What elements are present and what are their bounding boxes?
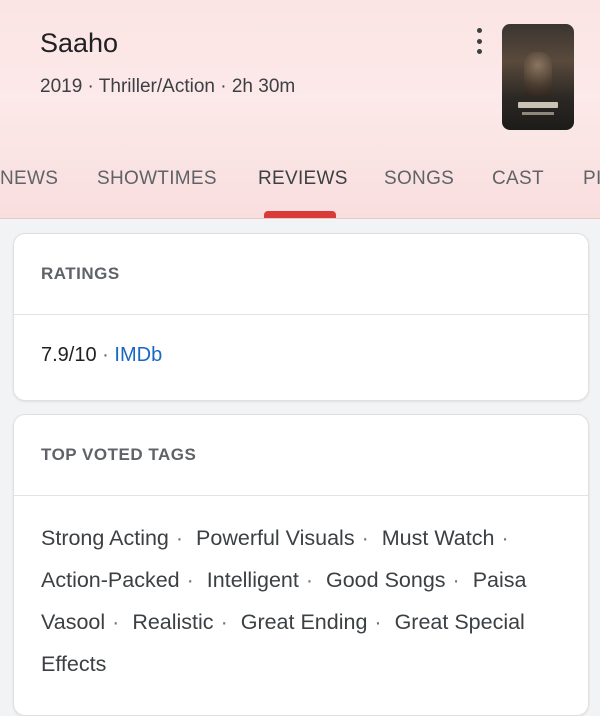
tag-item: Powerful Visuals bbox=[196, 526, 355, 550]
tag-item: Great Ending bbox=[240, 610, 368, 634]
tag-item: Strong Acting bbox=[41, 526, 169, 550]
tab-bar: NEWS SHOWTIMES REVIEWS SONGS CAST PI bbox=[0, 168, 600, 198]
ratings-card-header: RATINGS bbox=[14, 234, 588, 315]
tag-item: Good Songs bbox=[326, 568, 446, 592]
knowledge-panel-header: Saaho 2019 · Thriller/Action · 2h 30m NE… bbox=[0, 0, 600, 219]
tags-card: TOP VOTED TAGS Strong Acting · Powerful V… bbox=[13, 414, 589, 716]
poster-tagline bbox=[522, 112, 554, 115]
rating-row: 7.9/10 · IMDb bbox=[41, 344, 162, 367]
tab-news[interactable]: NEWS bbox=[0, 168, 58, 190]
tag-item: Intelligent bbox=[206, 568, 299, 592]
tab-reviews[interactable]: REVIEWS bbox=[258, 168, 348, 190]
movie-poster[interactable] bbox=[502, 24, 574, 130]
rating-score: 7.9/10 bbox=[41, 344, 97, 366]
movie-subtitle: 2019 · Thriller/Action · 2h 30m bbox=[40, 76, 296, 97]
tags-card-header: TOP VOTED TAGS bbox=[14, 415, 588, 496]
ratings-heading: RATINGS bbox=[41, 264, 120, 283]
tab-showtimes[interactable]: SHOWTIMES bbox=[97, 168, 217, 190]
tag-list: Strong Acting · Powerful Visuals · Must Wa… bbox=[41, 526, 527, 676]
poster-figure bbox=[524, 52, 552, 96]
tag-item: Must Watch bbox=[381, 526, 495, 550]
tags-heading: TOP VOTED TAGS bbox=[41, 445, 197, 464]
rating-separator: · bbox=[102, 344, 109, 366]
tab-cast[interactable]: CAST bbox=[492, 168, 544, 190]
rating-source-link[interactable]: IMDb bbox=[114, 344, 162, 366]
poster-logo bbox=[518, 102, 558, 108]
more-options-icon[interactable] bbox=[470, 28, 488, 54]
tag-item: Action-Packed bbox=[41, 568, 180, 592]
tab-songs[interactable]: SONGS bbox=[384, 168, 454, 190]
tab-more[interactable]: PI bbox=[583, 168, 600, 190]
ratings-card: RATINGS 7.9/10 · IMDb bbox=[13, 233, 589, 401]
active-tab-indicator bbox=[264, 211, 336, 218]
tag-item: Realistic bbox=[132, 610, 214, 634]
movie-title: Saaho bbox=[40, 28, 119, 58]
